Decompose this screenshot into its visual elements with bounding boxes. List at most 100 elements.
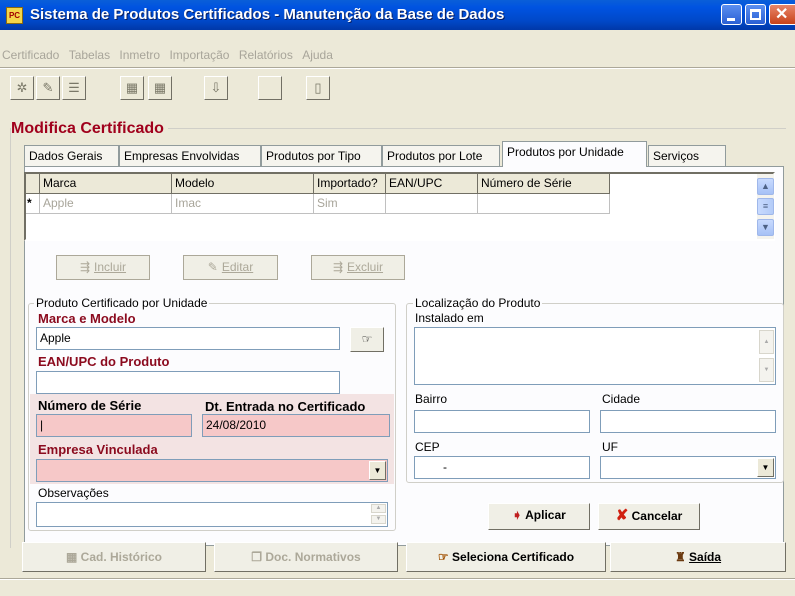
company-label: Empresa Vinculada <box>38 442 158 457</box>
grid-header-ean[interactable]: EAN/UPC <box>386 174 478 194</box>
scroll-thumb[interactable]: ≡ <box>757 198 774 215</box>
toolbar-exit-button[interactable]: ▯ <box>306 76 330 100</box>
toolbar-table2-button[interactable]: ▦ <box>148 76 172 100</box>
exit-button[interactable]: ♜ Saída <box>610 542 786 572</box>
grid-header-serie[interactable]: Número de Série <box>478 174 610 194</box>
tab-produtos-por-unidade[interactable]: Produtos por Unidade <box>502 141 647 167</box>
title-bar[interactable]: PC Sistema de Produtos Certificados - Ma… <box>0 0 795 30</box>
cep-field[interactable]: - <box>414 456 590 479</box>
cancel-x-icon: ✘ <box>615 507 629 524</box>
status-separator <box>0 578 795 580</box>
edit-document-icon: ✎ <box>42 80 54 95</box>
scroll-down-icon[interactable]: ▼ <box>757 219 774 236</box>
table-icon: ▦ <box>65 550 78 564</box>
uf-dropdown[interactable]: ▼ <box>600 456 776 479</box>
blank-icon <box>262 80 278 96</box>
minimize-button[interactable] <box>721 4 742 25</box>
menu-importacao[interactable]: Importação <box>169 45 229 65</box>
installed-scroll-down-icon[interactable]: ▼ <box>759 358 774 382</box>
toolbar-edit-button[interactable]: ✎ <box>36 76 60 100</box>
toolbar-delete-button[interactable]: ☰ <box>62 76 86 100</box>
menu-bar: Certificado Tabelas Inmetro Importação R… <box>0 45 795 65</box>
toolbar-blank-button[interactable] <box>258 76 282 100</box>
toolbar-new-button[interactable]: ✲ <box>10 76 34 100</box>
notes-label: Observações <box>38 486 109 500</box>
lookup-brand-button[interactable]: ☞ <box>350 327 384 352</box>
menu-inmetro[interactable]: Inmetro <box>119 45 160 65</box>
notes-field[interactable]: ▲ ▼ <box>36 502 388 527</box>
history-button[interactable]: ▦ Cad. Histórico <box>22 542 206 572</box>
edit-button[interactable]: ✎ Editar <box>183 255 278 280</box>
uf-label: UF <box>602 440 618 454</box>
form-heading: Modifica Certificado <box>11 120 168 138</box>
table-icon: ▦ <box>125 80 139 95</box>
add-row-icon: ⇶ <box>79 260 91 274</box>
menu-tabelas[interactable]: Tabelas <box>69 45 110 65</box>
cidade-label: Cidade <box>602 392 641 406</box>
close-button[interactable]: ✕ <box>769 4 795 25</box>
window-title: Sistema de Produtos Certificados - Manut… <box>30 6 505 23</box>
apply-button[interactable]: ➧ Aplicar <box>488 503 590 530</box>
menu-ajuda[interactable]: Ajuda <box>302 45 333 65</box>
grid-header-importado[interactable]: Importado? <box>314 174 386 194</box>
menu-certificado[interactable]: Certificado <box>2 45 59 65</box>
brand-model-field[interactable]: Apple <box>36 327 340 350</box>
company-dropdown[interactable]: ▼ <box>36 459 388 482</box>
grid-cell-marca[interactable]: Apple <box>40 194 172 214</box>
grid-scrollbar[interactable]: ▲ ≡ ▼ <box>757 174 774 239</box>
product-unit-group-title: Produto Certificado por Unidade <box>34 296 210 310</box>
scroll-up-icon[interactable]: ▲ <box>757 178 774 195</box>
grid-new-row-marker: * <box>26 194 40 214</box>
tab-servicos[interactable]: Serviços <box>648 145 726 166</box>
import-icon: ⇩ <box>210 80 222 95</box>
notes-scroll-down-icon[interactable]: ▼ <box>371 515 386 524</box>
units-grid[interactable]: Marca Modelo Importado? EAN/UPC Número d… <box>24 172 775 241</box>
bairro-field[interactable] <box>414 410 590 433</box>
tab-dados-gerais[interactable]: Dados Gerais <box>24 145 119 166</box>
cidade-field[interactable] <box>600 410 776 433</box>
cep-label: CEP <box>415 440 440 454</box>
close-icon: ✕ <box>775 6 789 23</box>
menu-relatorios[interactable]: Relatórios <box>239 45 293 65</box>
grid-cell-ean[interactable] <box>386 194 478 214</box>
delete-button[interactable]: ⇶ Excluir <box>311 255 405 280</box>
entry-date-field[interactable]: 24/08/2010 <box>202 414 390 437</box>
table-icon: ▦ <box>153 80 167 95</box>
grid-header-modelo[interactable]: Modelo <box>172 174 314 194</box>
notes-scroll-up-icon[interactable]: ▲ <box>371 504 386 513</box>
chevron-down-icon[interactable]: ▼ <box>757 458 774 477</box>
toolbar-import-button[interactable]: ⇩ <box>204 76 228 100</box>
minimize-icon <box>727 18 735 21</box>
door-icon: ▯ <box>314 80 322 95</box>
new-document-icon: ✲ <box>16 80 28 95</box>
apply-arrow-icon: ➧ <box>512 508 523 522</box>
documents-icon: ❐ <box>251 550 263 564</box>
grid-cell-serie[interactable] <box>478 194 610 214</box>
select-certificate-button[interactable]: ☞ Seleciona Certificado <box>406 542 606 572</box>
tab-produtos-por-tipo[interactable]: Produtos por Tipo <box>261 145 382 166</box>
remove-row-icon: ⇶ <box>332 260 344 274</box>
toolbar-table1-button[interactable]: ▦ <box>120 76 144 100</box>
chevron-down-icon[interactable]: ▼ <box>369 461 386 480</box>
maximize-button[interactable] <box>745 4 766 25</box>
include-button[interactable]: ⇶ Incluir <box>56 255 150 280</box>
ean-field[interactable] <box>36 371 340 394</box>
menu-separator <box>0 67 795 69</box>
entry-date-label: Dt. Entrada no Certificado <box>205 399 366 414</box>
brand-model-label: Marca e Modelo <box>38 311 136 326</box>
tab-produtos-por-lote[interactable]: Produtos por Lote <box>382 145 500 166</box>
installed-field[interactable]: ▲ ▼ <box>414 327 776 385</box>
exit-door-icon: ♜ <box>674 550 686 564</box>
grid-cell-modelo[interactable]: Imac <box>172 194 314 214</box>
grid-header-marca[interactable]: Marca <box>40 174 172 194</box>
tab-empresas-envolvidas[interactable]: Empresas Envolvidas <box>119 145 261 166</box>
ean-label: EAN/UPC do Produto <box>38 354 170 369</box>
normative-docs-button[interactable]: ❐ Doc. Normativos <box>214 542 398 572</box>
location-group-title: Localização do Produto <box>413 296 543 310</box>
installed-scroll-up-icon[interactable]: ▲ <box>759 330 774 354</box>
serial-field[interactable]: | <box>36 414 192 437</box>
serial-label: Número de Série <box>38 398 142 413</box>
cancel-button[interactable]: ✘ Cancelar <box>598 503 700 530</box>
grid-cell-importado[interactable]: Sim <box>314 194 386 214</box>
pointing-hand-icon: ☞ <box>437 550 449 564</box>
